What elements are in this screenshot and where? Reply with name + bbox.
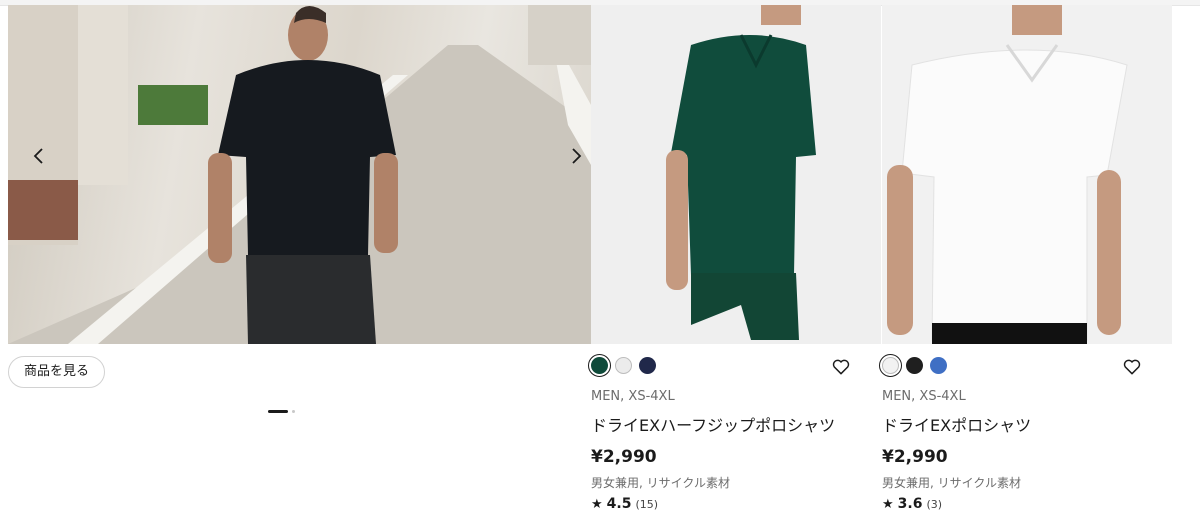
- next-slide-button[interactable]: [563, 143, 589, 169]
- product-price: ¥2,990: [591, 447, 657, 467]
- color-swatch[interactable]: [879, 354, 902, 377]
- model-white-polo-illustration: [887, 5, 1128, 344]
- product-price: ¥2,990: [882, 447, 948, 467]
- product-gender-size: MEN, XS-4XL: [882, 389, 966, 404]
- carousel-dot[interactable]: [292, 410, 295, 413]
- product-name[interactable]: ドライEXハーフジップポロシャツ: [591, 412, 835, 436]
- street-scene-illustration: [8, 5, 591, 344]
- prev-slide-button[interactable]: [26, 143, 52, 169]
- product-rating: ★ 4.5 (15): [591, 496, 658, 512]
- product-card[interactable]: MEN, XS-4XL ドライEXハーフジップポロシャツ ¥2,990 男女兼用…: [588, 5, 881, 512]
- favorite-button[interactable]: [1122, 357, 1142, 377]
- chevron-left-icon: [33, 148, 43, 164]
- color-swatches: [588, 354, 656, 377]
- color-swatch[interactable]: [906, 357, 923, 374]
- view-products-button[interactable]: 商品を見る: [8, 356, 106, 388]
- color-swatch[interactable]: [930, 357, 947, 374]
- product-name[interactable]: ドライEXポロシャツ: [882, 412, 1031, 436]
- product-tags: 男女兼用, リサイクル素材: [882, 476, 1022, 490]
- hero-banner-image[interactable]: [8, 5, 591, 344]
- star-icon: ★: [591, 497, 603, 512]
- chevron-right-icon: [572, 148, 582, 164]
- rating-score: 3.6: [897, 496, 923, 512]
- model-green-polo-illustration: [666, 5, 816, 340]
- review-count[interactable]: (15): [635, 498, 658, 511]
- star-icon: ★: [882, 497, 894, 512]
- heart-icon: [1123, 359, 1141, 375]
- carousel-dot-active[interactable]: [268, 410, 288, 413]
- product-image[interactable]: [882, 5, 1172, 344]
- product-rating: ★ 3.6 (3): [882, 496, 942, 512]
- color-swatches: [879, 354, 947, 377]
- product-gender-size: MEN, XS-4XL: [591, 389, 675, 404]
- color-swatch[interactable]: [615, 357, 632, 374]
- product-tags: 男女兼用, リサイクル素材: [591, 476, 731, 490]
- color-swatch[interactable]: [588, 354, 611, 377]
- favorite-button[interactable]: [831, 357, 851, 377]
- heart-icon: [832, 359, 850, 375]
- product-card[interactable]: MEN, XS-4XL ドライEXポロシャツ ¥2,990 男女兼用, リサイク…: [879, 5, 1172, 512]
- carousel-indicator: [268, 410, 295, 413]
- color-swatch[interactable]: [639, 357, 656, 374]
- rating-score: 4.5: [606, 496, 632, 512]
- product-image[interactable]: [591, 5, 881, 344]
- review-count[interactable]: (3): [926, 498, 942, 511]
